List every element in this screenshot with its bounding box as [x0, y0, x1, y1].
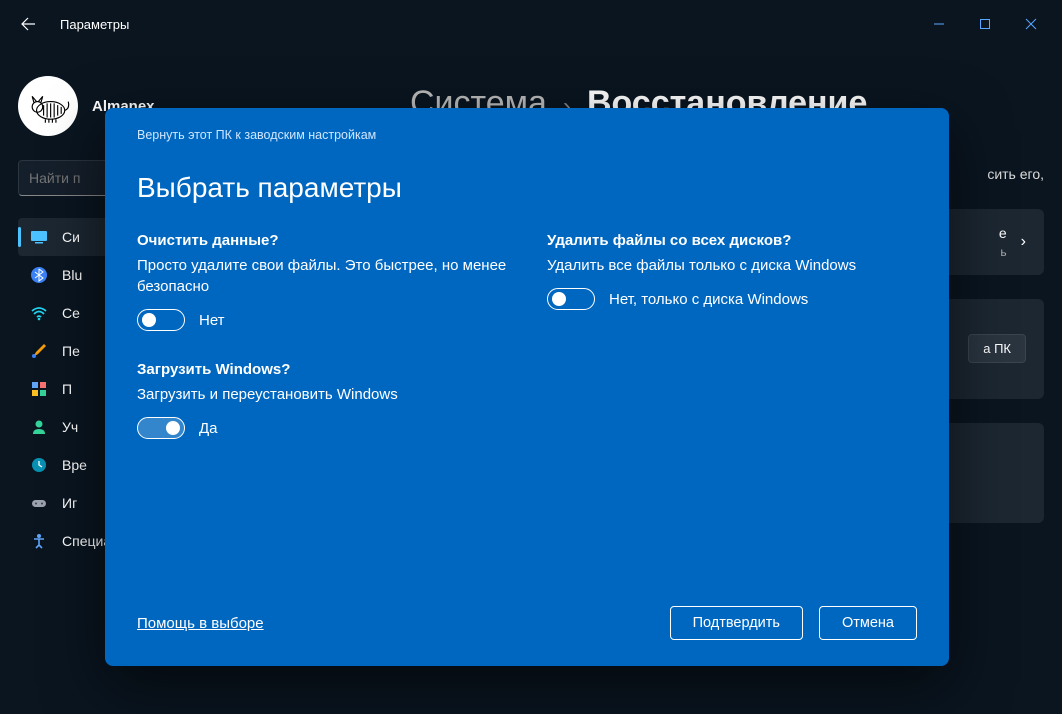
reset-pc-button-trail[interactable]: а ПК [968, 334, 1026, 363]
toggle-all-drives[interactable] [547, 288, 595, 310]
toggle-label: Да [199, 420, 218, 437]
bluetooth-icon [30, 266, 48, 284]
titlebar-title: Параметры [60, 17, 129, 32]
arrow-left-icon [20, 16, 36, 32]
toggle-clean-data[interactable] [137, 309, 185, 331]
reset-dialog: Вернуть этот ПК к заводским настройкам В… [105, 108, 949, 666]
clock-icon [30, 456, 48, 474]
window-controls [916, 8, 1054, 40]
chevron-right-icon: › [1021, 233, 1026, 251]
dialog-title: Выбрать параметры [137, 172, 917, 204]
sidebar-item-label: Вре [62, 457, 87, 473]
apps-icon [30, 380, 48, 398]
wifi-icon [30, 304, 48, 322]
sidebar-item-label: Се [62, 305, 80, 321]
sidebar-item-label: Пе [62, 343, 80, 359]
avatar [18, 76, 78, 136]
option-all-drives: Удалить файлы со всех дисков? Удалить вс… [547, 232, 917, 310]
option-description: Просто удалите свои файлы. Это быстрее, … [137, 255, 507, 297]
option-download-windows: Загрузить Windows? Загрузить и переустан… [137, 361, 507, 439]
toggle-label: Нет, только с диска Windows [609, 291, 808, 308]
sidebar-item-label: Иг [62, 495, 77, 511]
back-button[interactable] [8, 4, 48, 44]
option-description: Загрузить и переустановить Windows [137, 384, 507, 405]
toggle-download-windows[interactable] [137, 417, 185, 439]
option-title: Очистить данные? [137, 232, 507, 249]
help-link[interactable]: Помощь в выборе [137, 615, 264, 632]
system-icon [30, 228, 48, 246]
option-description: Удалить все файлы только с диска Windows [547, 255, 917, 276]
person-icon [30, 418, 48, 436]
dialog-footer: Помощь в выборе Подтвердить Отмена [137, 606, 917, 640]
sidebar-item-label: Уч [62, 419, 78, 435]
minimize-icon [933, 18, 945, 30]
close-icon [1025, 18, 1037, 30]
maximize-icon [979, 18, 991, 30]
option-title: Удалить файлы со всех дисков? [547, 232, 917, 249]
option-clean-data: Очистить данные? Просто удалите свои фай… [137, 232, 507, 331]
toggle-label: Нет [199, 312, 225, 329]
titlebar: Параметры [0, 0, 1062, 48]
sidebar-item-label: Blu [62, 267, 82, 283]
confirm-button[interactable]: Подтвердить [670, 606, 803, 640]
minimize-button[interactable] [916, 8, 962, 40]
close-button[interactable] [1008, 8, 1054, 40]
cancel-button[interactable]: Отмена [819, 606, 917, 640]
dialog-subheader: Вернуть этот ПК к заводским настройкам [137, 128, 917, 142]
sidebar-item-label: Си [62, 229, 80, 245]
maximize-button[interactable] [962, 8, 1008, 40]
gamepad-icon [30, 494, 48, 512]
sidebar-item-label: П [62, 381, 72, 397]
cat-icon [26, 84, 70, 128]
brush-icon [30, 342, 48, 360]
accessibility-icon [30, 532, 48, 550]
option-title: Загрузить Windows? [137, 361, 507, 378]
